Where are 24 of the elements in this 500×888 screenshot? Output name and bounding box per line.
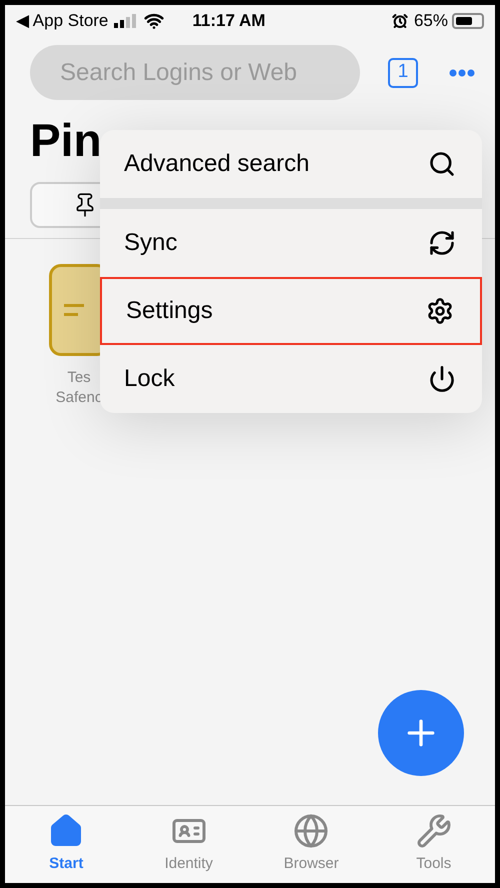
alarm-icon <box>392 13 408 29</box>
menu-item[interactable]: Settings <box>100 277 482 345</box>
menu-item[interactable]: Sync <box>100 209 482 277</box>
back-to-app-link[interactable]: ◀ App Store <box>16 8 108 34</box>
battery-percent: 65% <box>414 10 448 32</box>
menu-item[interactable]: Advanced search <box>100 130 482 198</box>
globe-icon <box>293 813 330 850</box>
search-icon <box>428 150 456 178</box>
search-field[interactable]: Search Logins or Web <box>30 45 360 100</box>
wrench-icon <box>416 813 452 850</box>
battery-icon <box>452 13 484 29</box>
tab-count-button[interactable]: 1 <box>388 58 418 88</box>
page-title: Pin <box>30 113 102 168</box>
clock-time: 11:17 AM <box>192 10 266 32</box>
tab-bar-item[interactable]: Start <box>5 806 128 883</box>
sync-icon <box>428 229 456 257</box>
settings-icon <box>426 297 454 325</box>
item-label: Tes <box>67 368 91 388</box>
item-label: Safenc <box>56 388 102 408</box>
signal-icon <box>114 14 138 28</box>
wifi-icon <box>144 11 164 31</box>
power-icon <box>428 365 456 393</box>
menu-item[interactable]: Lock <box>100 345 482 413</box>
more-icon[interactable] <box>449 68 475 76</box>
